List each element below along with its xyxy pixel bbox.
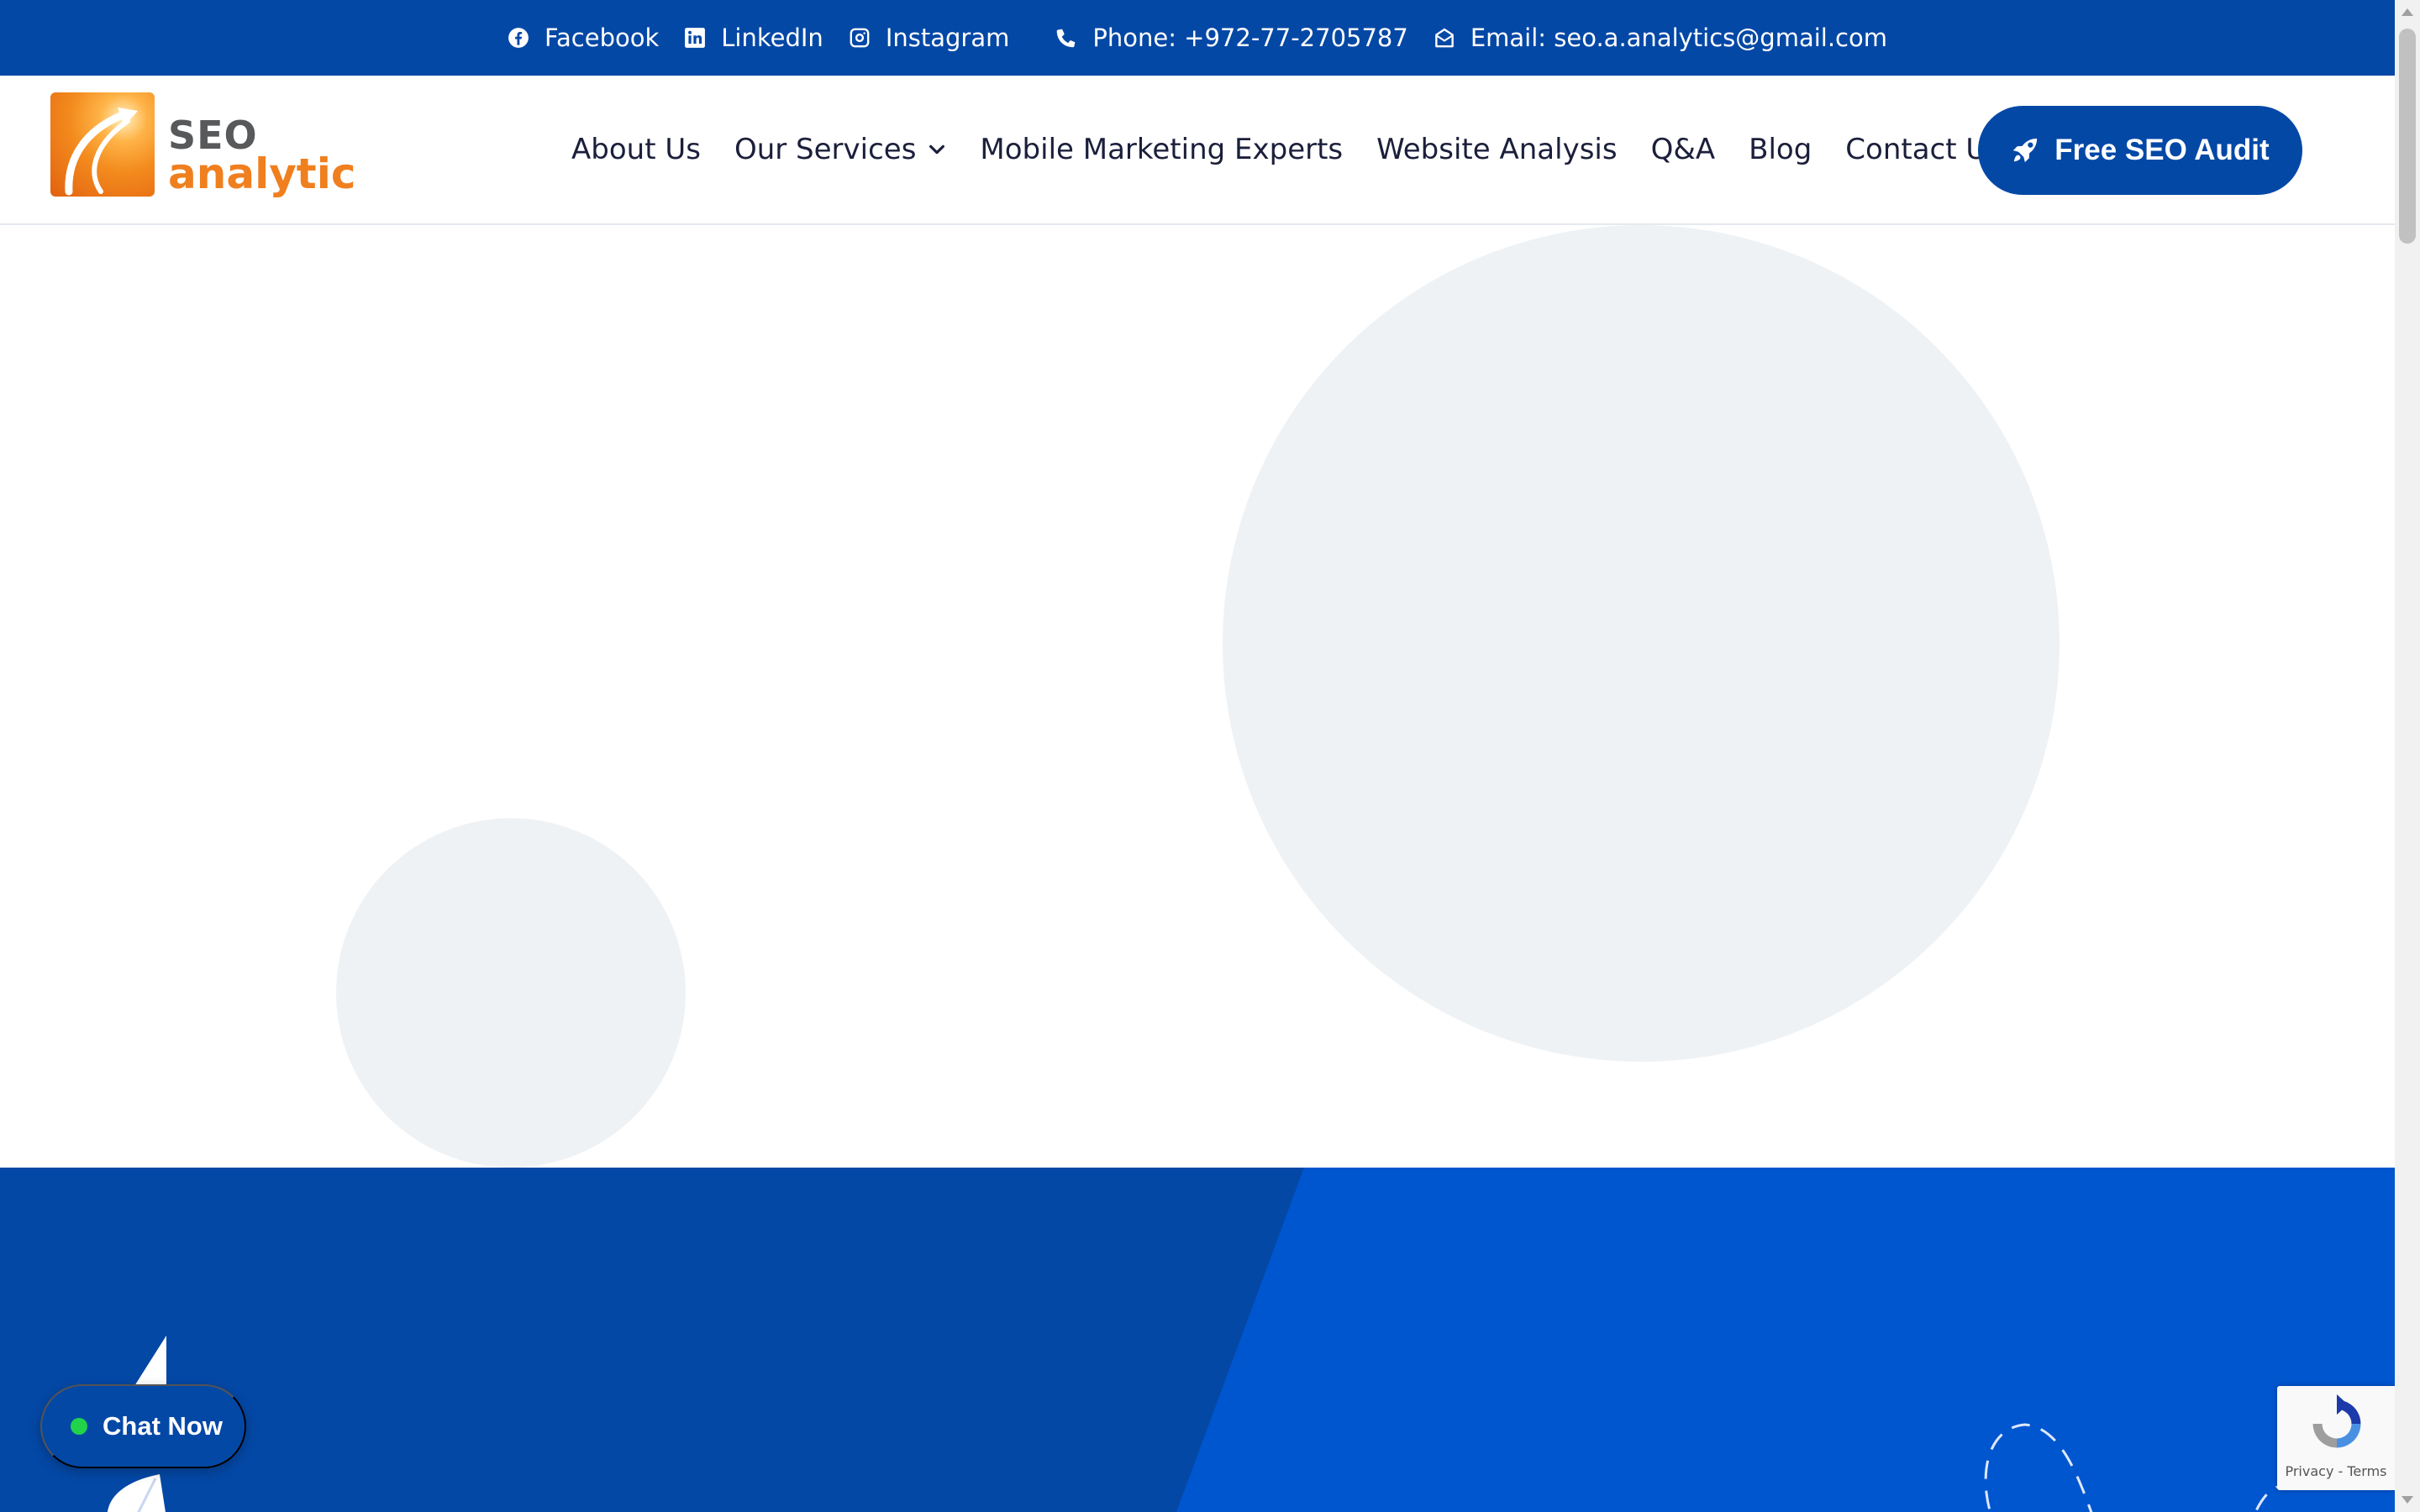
recaptcha-separator: -	[2333, 1463, 2348, 1479]
nav-label: Website Analysis	[1376, 133, 1618, 166]
nav-label: Mobile Marketing Experts	[980, 133, 1344, 166]
email-link[interactable]: Email: seo.a.analytics@gmail.com	[1434, 24, 1887, 52]
online-status-dot	[71, 1418, 87, 1435]
envelope-open-icon	[1434, 28, 1454, 48]
logo-wordmark: SEO analytic	[168, 116, 356, 195]
instagram-label: Instagram	[885, 24, 1010, 52]
scroll-down-arrow[interactable]	[2402, 1496, 2413, 1504]
recaptcha-badge[interactable]: Privacy - Terms	[2277, 1386, 2395, 1490]
phone-icon	[1057, 29, 1076, 48]
phone-label: Phone: +972-77-2705787	[1092, 24, 1408, 52]
nav-label: Blog	[1749, 133, 1812, 166]
nav-our-services[interactable]: Our Services	[734, 133, 946, 166]
linkedin-link[interactable]: LinkedIn	[684, 24, 823, 52]
linkedin-label: LinkedIn	[721, 24, 823, 52]
instagram-link[interactable]: Instagram	[849, 24, 1010, 52]
chevron-down-icon	[929, 144, 945, 155]
recaptcha-links: Privacy - Terms	[2277, 1463, 2395, 1479]
scroll-up-arrow[interactable]	[2402, 8, 2413, 16]
scrollbar-thumb[interactable]	[2399, 29, 2416, 244]
decorative-circle-small	[336, 818, 686, 1168]
cta-label: Free SEO Audit	[2054, 134, 2270, 166]
linkedin-icon	[685, 28, 706, 48]
nav-label: About Us	[571, 133, 701, 166]
site-logo[interactable]: SEO analytic	[49, 91, 356, 208]
facebook-label: Facebook	[544, 24, 660, 52]
blue-band-section	[0, 1168, 2395, 1512]
nav-about-us[interactable]: About Us	[571, 133, 701, 166]
decorative-circle-large	[1223, 225, 2060, 1062]
privacy-link[interactable]: Privacy	[2285, 1463, 2333, 1479]
email-label: Email: seo.a.analytics@gmail.com	[1470, 24, 1887, 52]
terms-link[interactable]: Terms	[2347, 1463, 2386, 1479]
page: Facebook LinkedIn Instagram Phone: +972-…	[0, 0, 2395, 1512]
main-nav: About Us Our Services Mobile Marketing E…	[571, 76, 2035, 223]
hero-section	[0, 225, 2395, 1168]
nav-website-analysis[interactable]: Website Analysis	[1376, 133, 1617, 166]
facebook-icon	[508, 28, 529, 48]
nav-blog[interactable]: Blog	[1749, 133, 1812, 166]
nav-mobile-marketing-experts[interactable]: Mobile Marketing Experts	[980, 133, 1343, 166]
nav-label: Q&A	[1650, 133, 1716, 166]
chat-label: Chat Now	[103, 1411, 223, 1441]
top-contact-bar: Facebook LinkedIn Instagram Phone: +972-…	[0, 0, 2395, 76]
facebook-link[interactable]: Facebook	[508, 24, 659, 52]
recaptcha-icon	[2312, 1394, 2361, 1448]
free-seo-audit-button[interactable]: Free SEO Audit	[1978, 106, 2302, 195]
logo-mark	[50, 92, 155, 197]
site-header: SEO analytic About Us Our Services Mobil…	[0, 76, 2395, 225]
chat-now-button[interactable]: Chat Now	[40, 1384, 246, 1468]
logo-analytic-text: analytic	[168, 150, 356, 198]
page-scrollbar[interactable]	[2395, 0, 2420, 1512]
nav-qa[interactable]: Q&A	[1651, 133, 1716, 166]
instagram-icon	[850, 28, 870, 48]
rocket-icon	[2013, 138, 2038, 163]
phone-link[interactable]: Phone: +972-77-2705787	[1055, 24, 1408, 52]
nav-label: Our Services	[734, 133, 917, 166]
arrow-swoosh-icon	[65, 108, 138, 196]
